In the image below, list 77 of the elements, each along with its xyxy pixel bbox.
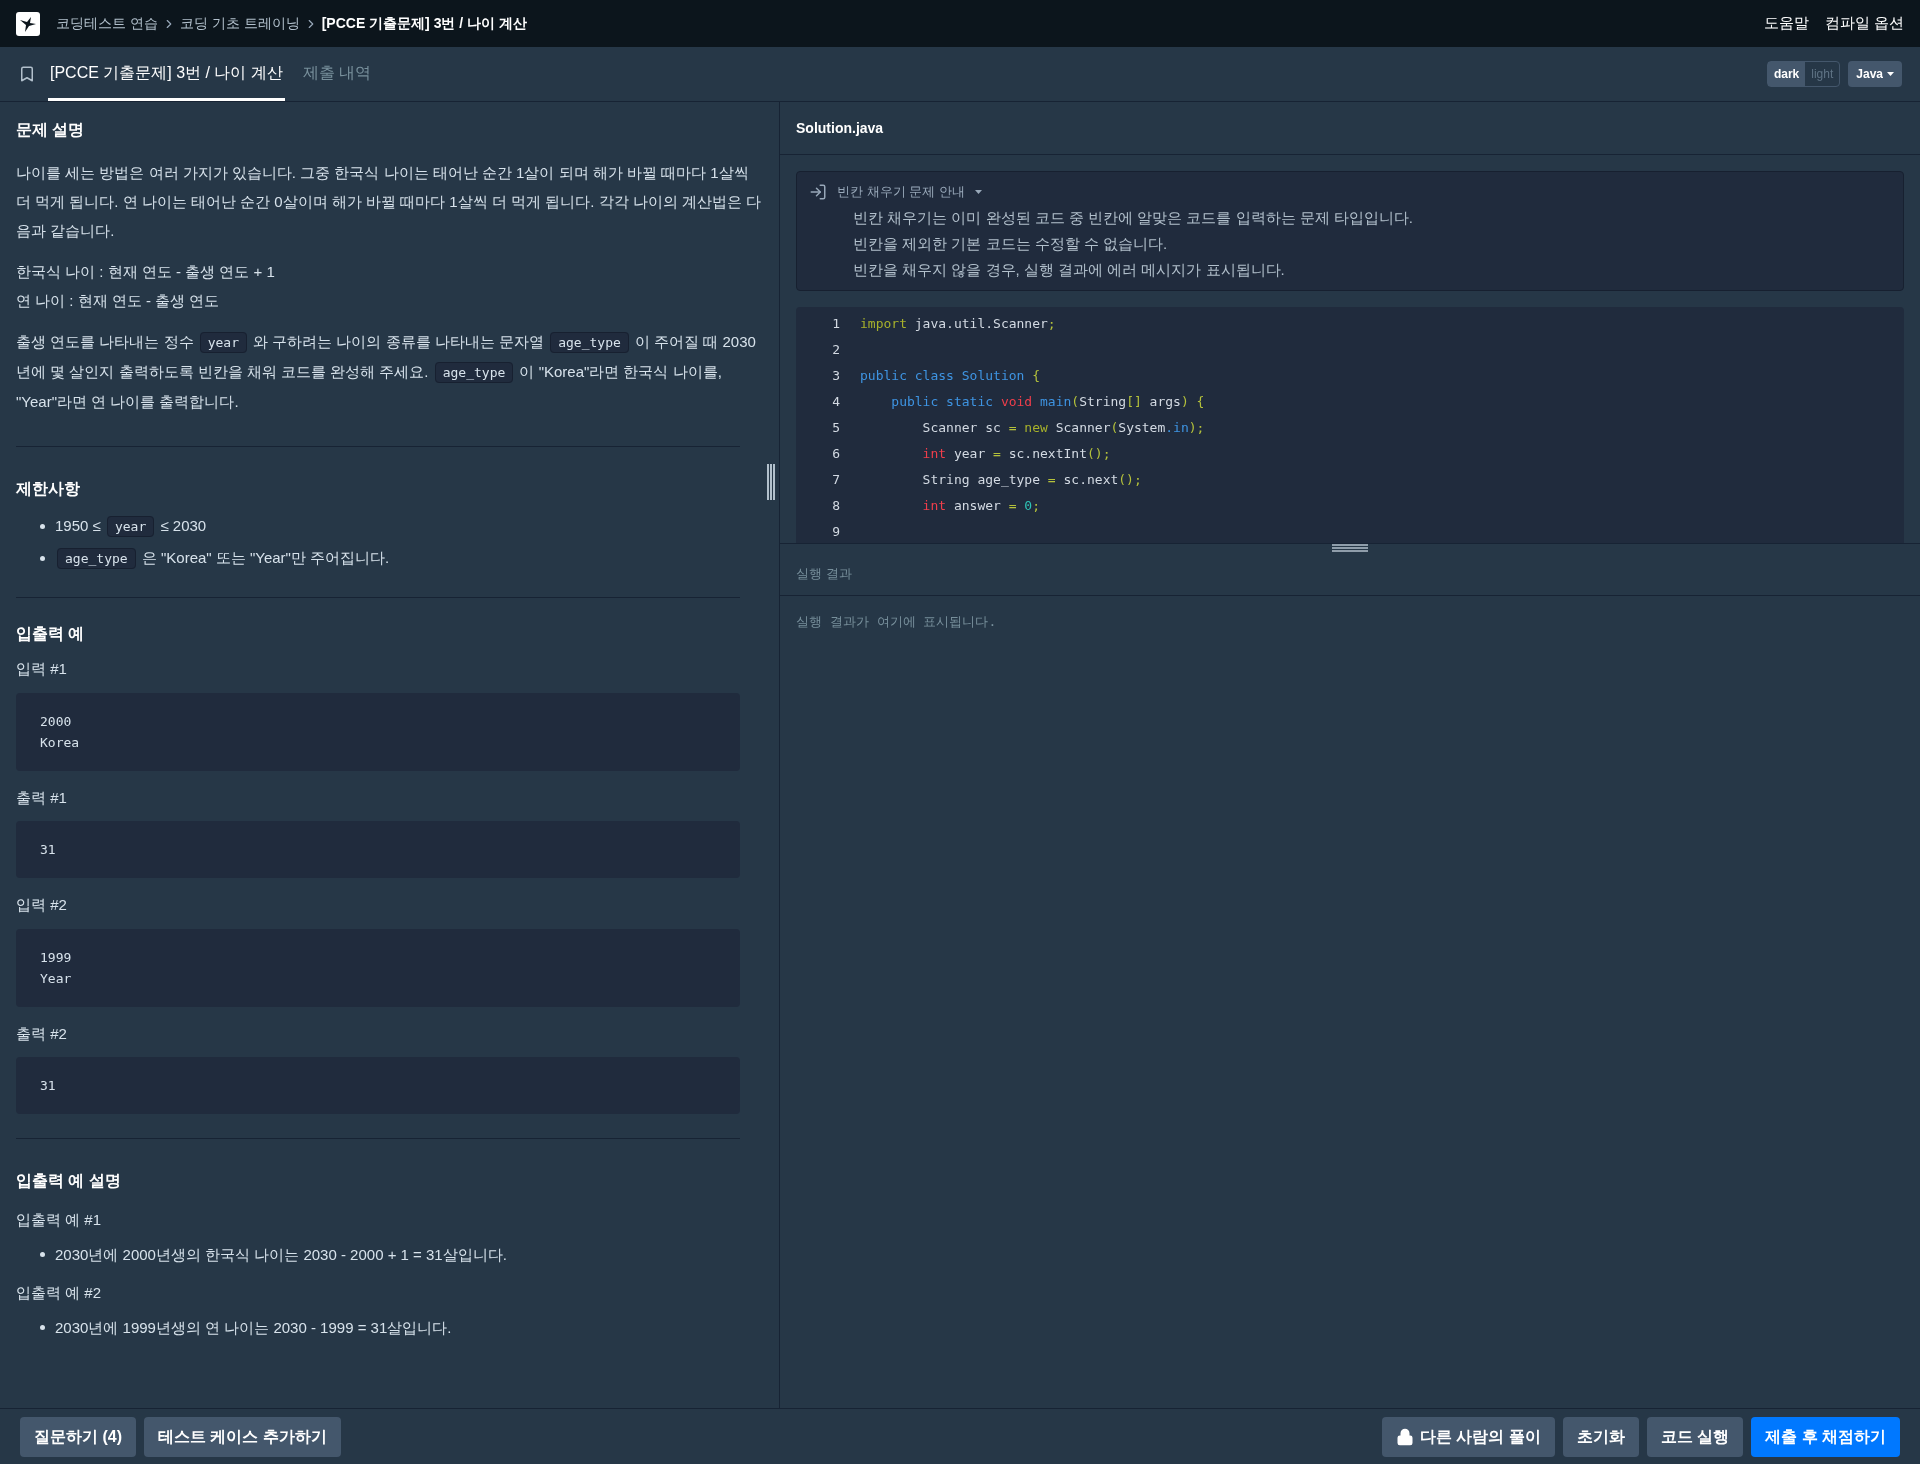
explanation-text: 2030년에 2000년생의 한국식 나이는 2030 - 2000 + 1 = 31살입니다. xyxy=(55,1244,507,1265)
result-heading: 실행 결과 xyxy=(796,564,852,583)
code-line: import java.util.Scanner; xyxy=(860,314,1056,333)
lock-icon xyxy=(1395,1427,1414,1446)
top-menu-link[interactable]: 컴파일 옵션 xyxy=(1824,12,1904,35)
theme-option[interactable]: dark xyxy=(1767,62,1806,86)
example-label: 입력 #2 xyxy=(16,895,68,915)
explanation-text: 2030년에 1999년생의 연 나이는 2030 - 1999 = 31살입니다. xyxy=(55,1317,452,1338)
line-number: 9 xyxy=(831,522,840,541)
code-line: int answer = 0; xyxy=(921,496,1041,515)
result-output-field[interactable]: 실행 결과가 여기에 표시됩니다. xyxy=(780,595,1920,1408)
breadcrumb-link[interactable]: 코딩테스트 연습 xyxy=(56,13,158,34)
example-label: 출력 #2 xyxy=(16,1023,68,1044)
enter-icon xyxy=(809,182,827,201)
line-number: 8 xyxy=(831,496,840,515)
code-line: public static void main(String[] args) { xyxy=(890,392,1205,411)
bullet-icon xyxy=(40,1252,45,1258)
line-number: 4 xyxy=(831,392,840,411)
example-code-block: 31 xyxy=(16,1057,740,1114)
inline-code: year xyxy=(106,516,155,537)
line-number: 3 xyxy=(831,366,840,385)
guide-text: 빈칸을 제외한 기본 코드는 수정할 수 없습니다. xyxy=(852,233,1169,254)
code-line: Scanner sc = new Scanner(System.in); xyxy=(921,418,1205,437)
bullet-icon xyxy=(40,555,45,561)
line-number: 2 xyxy=(831,340,840,359)
resize-handle[interactable] xyxy=(767,464,775,500)
footer-button[interactable]: 제출 후 채점하기 xyxy=(1751,1416,1900,1457)
section-heading: 제한사항 xyxy=(16,479,81,499)
example-code-block: 2000 Korea xyxy=(16,692,740,771)
inline-code: age_type xyxy=(57,548,136,569)
inline-code: age_type xyxy=(434,362,514,383)
line-number: 6 xyxy=(831,444,840,463)
example-code-block: 31 xyxy=(16,821,740,878)
footer-button[interactable]: 코드 실행 xyxy=(1646,1416,1744,1457)
breadcrumb-link[interactable]: [PCCE 기출문제] 3번 / 나이 계산 xyxy=(321,13,528,34)
code-line: public class Solution { xyxy=(860,366,1041,385)
inline-code: age_type xyxy=(550,332,629,353)
top-menu-link[interactable]: 도움말 xyxy=(1763,12,1809,35)
footer-button[interactable]: 질문하기 (4) xyxy=(20,1416,136,1457)
footer-button[interactable]: 초기화 xyxy=(1562,1416,1639,1457)
section-heading: 문제 설명 xyxy=(16,120,86,140)
breadcrumb-link[interactable]: 코딩 기초 트레이닝 xyxy=(179,13,300,34)
problem-description: 나이를 세는 방법은 여러 가지가 있습니다. 그중 한국식 나이는 태어난 순간 1살이 되며 해가 바뀔 때마다 1살씩 더 먹게 됩니다. 연 나이는 태어난 순간 0살이며 해가 바뀔 때마다 1살씩 더 먹게 됩니다. 각각 나이의 계산법은 다음과 같습니다. xyxy=(16,163,763,241)
example-label: 출력 #1 xyxy=(16,787,68,808)
example-label: 입출력 예 #1 xyxy=(16,1210,103,1230)
bookmark-icon[interactable] xyxy=(18,65,36,83)
example-label: 입력 #1 xyxy=(16,659,68,679)
constraint-text: 1950 ≤ year ≤ 2030 xyxy=(55,511,207,541)
guide-toggle[interactable]: 빈칸 채우기 문제 안내 xyxy=(809,182,1891,202)
guide-text: 빈칸 채우기는 이미 완성된 코드 중 빈칸에 알맞은 코드를 입력하는 문제 타입입니다. xyxy=(852,207,1414,228)
caret-icon xyxy=(1887,72,1894,76)
code-line: String age_type = sc.next(); xyxy=(921,470,1142,489)
inline-code: year xyxy=(199,332,247,353)
tab[interactable]: 제출 내역 xyxy=(300,47,374,101)
tab[interactable]: [PCCE 기출문제] 3번 / 나이 계산 xyxy=(48,47,285,101)
example-code-block: 1999 Year xyxy=(16,928,740,1007)
resize-handle[interactable] xyxy=(1332,544,1368,552)
line-number: 1 xyxy=(831,314,840,333)
footer-button[interactable]: 테스트 케이스 추가하기 xyxy=(144,1416,341,1457)
line-number: 7 xyxy=(831,470,840,489)
code-line: int year = sc.nextInt(); xyxy=(921,444,1111,463)
bullet-icon xyxy=(40,1325,45,1331)
caret-icon xyxy=(974,189,982,194)
constraint-text: age_type 은 "Korea" 또는 "Year"만 주어집니다. xyxy=(55,543,390,573)
section-heading: 입출력 예 xyxy=(16,624,86,644)
example-label: 입출력 예 #2 xyxy=(16,1283,103,1303)
line-number: 5 xyxy=(831,418,840,437)
bullet-icon xyxy=(40,523,45,529)
guide-text: 빈칸을 채우지 않을 경우, 실행 결과에 에러 메시지가 표시됩니다. xyxy=(852,259,1286,280)
formula-text: 한국식 나이 : 현재 연도 - 출생 연도 + 1 xyxy=(16,262,276,282)
file-name: Solution.java xyxy=(796,118,884,138)
logo-icon[interactable] xyxy=(16,11,40,36)
problem-description: 출생 연도를 나타내는 정수 year 와 구하려는 나이의 종류를 나타내는 문자열 age_type 이 주어질 때 2030년에 몇 살인지 출력하도록 빈칸을 채워 코드를 완성해 주세요. age_type 이 "Korea"라면 한국식 나이를, "Year"라면 연 나이를 출력합니다. xyxy=(16,331,757,412)
footer-button[interactable]: 다른 사람의 풀이 xyxy=(1381,1416,1555,1457)
formula-text: 연 나이 : 현재 연도 - 출생 연도 xyxy=(16,291,221,311)
section-heading: 입출력 예 설명 xyxy=(16,1171,122,1191)
language-dropdown[interactable]: Java xyxy=(1848,61,1902,87)
